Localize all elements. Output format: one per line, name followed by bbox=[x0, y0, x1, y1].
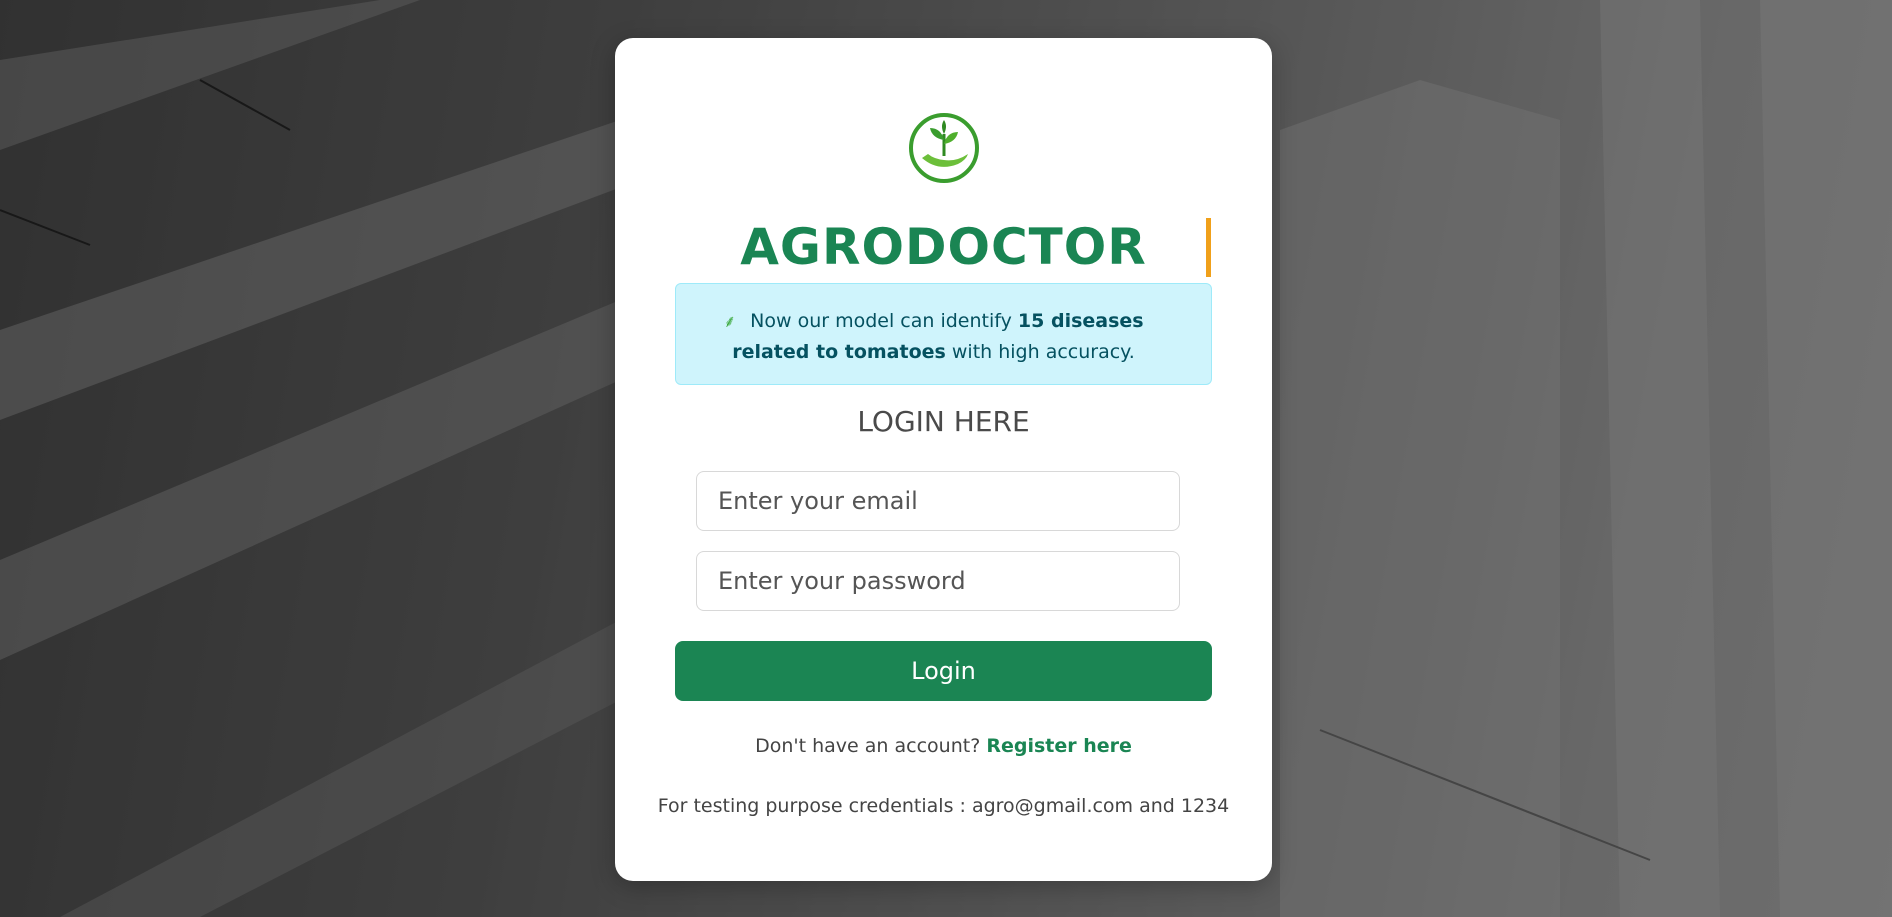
plant-in-hand-icon bbox=[909, 113, 979, 183]
test-credentials-text: For testing purpose credentials : agro@g… bbox=[657, 795, 1230, 817]
notice-text-after: with high accuracy. bbox=[951, 341, 1135, 363]
notice-text-before: Now our model can identify bbox=[750, 310, 1012, 332]
register-prompt: Don't have an account? Register here bbox=[615, 735, 1272, 757]
login-heading: LOGIN HERE bbox=[857, 405, 1030, 438]
password-field[interactable] bbox=[696, 551, 1180, 611]
register-prompt-text: Don't have an account? bbox=[755, 735, 981, 757]
leaf-icon: ⸙ bbox=[723, 312, 737, 332]
email-field[interactable] bbox=[696, 471, 1180, 531]
info-notice: ⸙ Now our model can identify 15 diseases… bbox=[675, 283, 1212, 385]
brand-title: AGRODOCTOR bbox=[740, 218, 1147, 276]
typing-cursor bbox=[1206, 218, 1211, 277]
login-button[interactable]: Login bbox=[675, 641, 1212, 701]
register-link[interactable]: Register here bbox=[986, 735, 1132, 757]
login-card: AGRODOCTOR ⸙ Now our model can identify … bbox=[615, 38, 1272, 881]
